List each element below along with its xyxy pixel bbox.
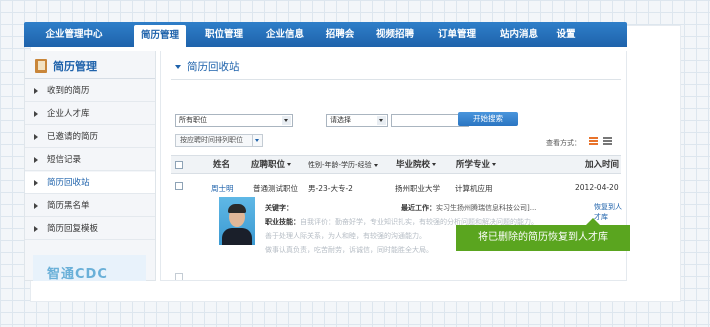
- arrow-icon: [34, 226, 38, 232]
- sidebar-logo-banner[interactable]: 智通CDC: [33, 255, 146, 281]
- search-button[interactable]: 开始搜索: [458, 112, 518, 126]
- applied-position: 普通测试职位: [253, 184, 298, 193]
- candidate-info: 男-23-大专-2: [308, 184, 353, 193]
- title-divider: [171, 79, 621, 80]
- nav-item-job-fair[interactable]: 招聘会: [316, 22, 364, 47]
- col-name: 姓名: [213, 160, 231, 170]
- row-checkbox[interactable]: [175, 273, 183, 280]
- nav-item-company-info[interactable]: 企业信息: [254, 22, 316, 47]
- restore-tooltip: 将已删除的简历恢复到人才库: [456, 218, 630, 251]
- arrow-icon: [34, 111, 38, 117]
- arrow-icon: [34, 180, 38, 186]
- skills-line-2: 善于处理人际关系，为人和睦，有较强的沟通能力。: [265, 232, 426, 240]
- school: 扬州职业大学: [395, 184, 440, 193]
- nav-item-orders[interactable]: 订单管理: [426, 22, 488, 47]
- dropdown-icon: [287, 163, 292, 166]
- position-select[interactable]: 所有职位: [175, 114, 293, 127]
- dropdown-icon: [373, 163, 378, 167]
- table-header: 姓名 应聘职位 性别-年龄-学历-经验 毕业院校 所学专业 加入时间: [171, 155, 621, 174]
- keyword-label: 关键字：: [265, 204, 293, 212]
- nav-item-position-manage[interactable]: 职位管理: [194, 22, 254, 47]
- top-navigation: 企业管理中心 简历管理 职位管理 企业信息 招聘会 视频招聘 订单管理 站内消息…: [24, 22, 627, 47]
- nav-item-settings[interactable]: 设置: [550, 22, 582, 47]
- candidate-name-link[interactable]: 周士明: [211, 183, 234, 194]
- dropdown-icon: [492, 163, 497, 166]
- col-position[interactable]: 应聘职位: [251, 156, 292, 175]
- grid-view-icon[interactable]: [603, 137, 612, 145]
- dropdown-icon: [377, 116, 386, 125]
- dropdown-icon: [252, 135, 262, 146]
- nav-item-video-recruit[interactable]: 视频招聘: [364, 22, 426, 47]
- sidebar-title: 简历管理: [53, 60, 97, 73]
- col-major[interactable]: 所学专业: [456, 156, 497, 175]
- table-row-partial: [171, 273, 621, 280]
- sidebar-item-sms-records[interactable]: 短信记录: [25, 149, 155, 171]
- recent-work: 最近工作：实习生扬州腾瑞信息科技公司]...: [401, 204, 537, 212]
- row-checkbox[interactable]: [175, 182, 183, 190]
- sidebar: 简历管理 收到的简历 企业人才库 已邀请的简历 短信记录 简历回收站 简历黑名单…: [24, 51, 156, 281]
- col-info[interactable]: 性别-年龄-学历-经验: [308, 156, 378, 175]
- candidate-photo[interactable]: [219, 197, 255, 245]
- category-select[interactable]: 请选择: [326, 114, 388, 127]
- skills-line-3: 做事认真负责，吃苦耐劳，诉诚信，同时能胜全大局。: [265, 246, 433, 254]
- nav-item-resume-manage[interactable]: 简历管理: [134, 25, 186, 47]
- added-date: 2012-04-20: [575, 183, 619, 192]
- arrow-icon: [34, 134, 38, 140]
- book-icon: [35, 59, 47, 73]
- select-all-checkbox[interactable]: [175, 161, 183, 169]
- sort-dropdown[interactable]: 按应聘时间排列职位: [175, 134, 263, 147]
- triangle-down-icon: [175, 65, 181, 69]
- col-date: 加入时间: [585, 160, 620, 170]
- sidebar-item-talent-pool[interactable]: 企业人才库: [25, 103, 155, 125]
- sidebar-item-blacklist[interactable]: 简历黑名单: [25, 195, 155, 217]
- arrow-icon: [34, 88, 38, 94]
- logo-text: 智通CDC: [47, 267, 108, 281]
- col-school[interactable]: 毕业院校: [396, 156, 437, 175]
- nav-item-center[interactable]: 企业管理中心: [30, 22, 118, 47]
- arrow-icon: [34, 157, 38, 163]
- page-title: 简历回收站: [175, 59, 240, 74]
- sidebar-item-recycle-bin[interactable]: 简历回收站: [25, 172, 155, 194]
- sidebar-item-reply-templates[interactable]: 简历回复模板: [25, 218, 155, 240]
- nav-item-messages[interactable]: 站内消息: [488, 22, 550, 47]
- arrow-icon: [34, 203, 38, 209]
- dropdown-icon: [432, 163, 437, 166]
- sidebar-header: 简历管理: [25, 51, 155, 79]
- dropdown-icon: [282, 116, 291, 125]
- list-view-icon[interactable]: [589, 137, 598, 145]
- sidebar-item-invited[interactable]: 已邀请的简历: [25, 126, 155, 148]
- view-mode-label: 查看方式：: [546, 139, 581, 147]
- sidebar-item-received[interactable]: 收到的简历: [25, 80, 155, 102]
- major: 计算机应用: [455, 184, 493, 193]
